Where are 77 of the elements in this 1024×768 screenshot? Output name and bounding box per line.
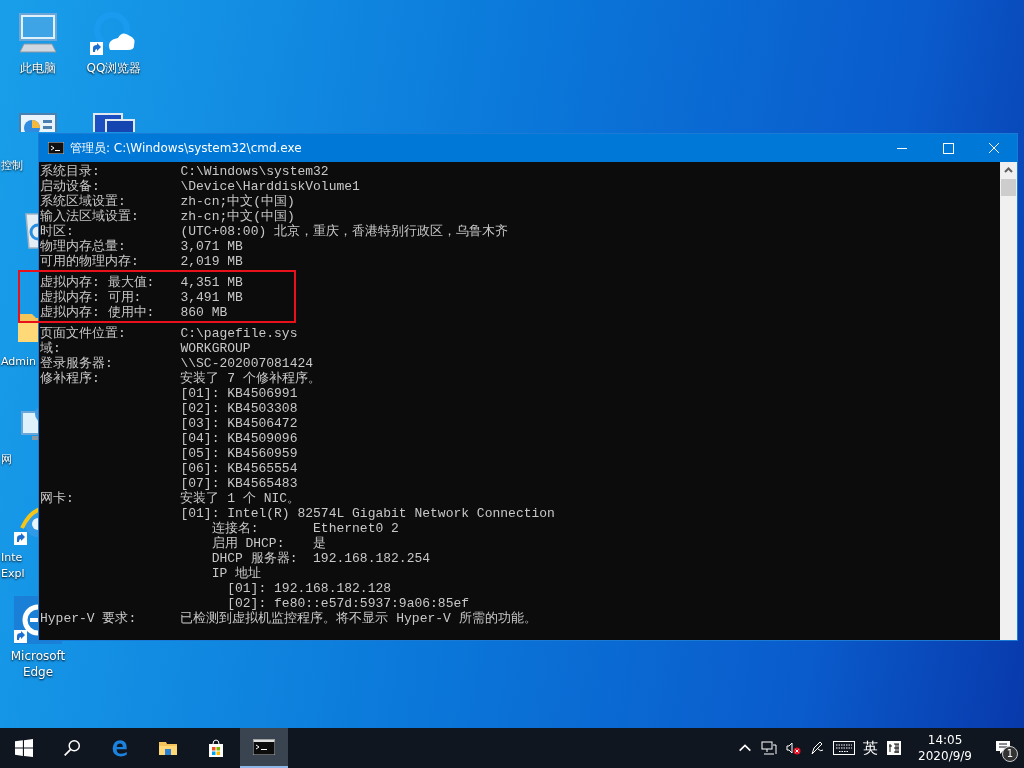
- console-label: 输入法区域设置:: [40, 209, 140, 224]
- terminal-icon[interactable]: [253, 739, 275, 755]
- console-value: WORKGROUP: [180, 341, 251, 356]
- console-value: 已检测到虚拟机监控程序。将不显示 Hyper-V 所需的功能。: [180, 611, 537, 626]
- console-value: 3,491 MB: [180, 290, 243, 305]
- console-label: 虚拟内存: 可用:: [40, 290, 143, 305]
- console-label: 启动设备:: [40, 179, 101, 194]
- console-value: 192.168.182.254: [313, 551, 431, 566]
- volume-muted-icon[interactable]: [785, 740, 802, 756]
- console-value: [01]: KB4506991: [180, 386, 298, 401]
- console-value: [05]: KB4560959: [180, 446, 298, 461]
- console-label: 域:: [40, 341, 62, 356]
- console-value: 4,351 MB: [180, 275, 243, 290]
- console-label: 系统目录:: [40, 164, 101, 179]
- console-value: 安装了 1 个 NIC。: [180, 491, 301, 506]
- console-label: 物理内存总量:: [40, 239, 127, 254]
- taskbar-button[interactable]: [240, 728, 288, 768]
- console-label: 页面文件位置:: [40, 326, 127, 341]
- console-value: C:\Windows\system32: [180, 164, 329, 179]
- console-value: 安装了 7 个修补程序。: [180, 371, 321, 386]
- console-value: [04]: KB4509096: [180, 431, 298, 446]
- console-value: Ethernet0 2: [313, 521, 399, 536]
- console-label: 可用的物理内存:: [40, 254, 140, 269]
- console-label: 虚拟内存: 最大值:: [40, 275, 156, 290]
- icon-label: 此电脑: [19, 60, 57, 76]
- console-value: zh-cn;中文(中国): [180, 209, 295, 224]
- scrollbar[interactable]: [1000, 162, 1017, 640]
- clock-date: 2020/9/9: [918, 748, 972, 764]
- keyboard-icon[interactable]: [833, 741, 856, 755]
- icon-label: 网: [0, 452, 12, 468]
- console-label: Hyper-V 要求:: [40, 611, 138, 626]
- console-label: 连接名:: [211, 521, 260, 536]
- icon-label: Microsoft Edge: [9, 648, 67, 680]
- icon-label: 控制: [0, 158, 23, 174]
- icon-label: Inte Expl: [0, 550, 26, 582]
- console-label: 修补程序:: [40, 371, 101, 386]
- store-icon[interactable]: [207, 739, 225, 757]
- console-value: (UTC+08:00) 北京，重庆，香港特别行政区，乌鲁木齐: [180, 224, 509, 239]
- network-icon[interactable]: [761, 740, 778, 756]
- console-label: 虚拟内存: 使用中:: [40, 305, 156, 320]
- console-value: [07]: KB4565483: [180, 476, 298, 491]
- console-value: \Device\HarddiskVolume1: [180, 179, 360, 194]
- console-value: 2,019 MB: [180, 254, 243, 269]
- console-value: [02]: KB4503308: [180, 401, 298, 416]
- console-value: 3,071 MB: [180, 239, 243, 254]
- icon-label: Admin: [0, 354, 37, 370]
- console-value: \\SC-202007081424: [180, 356, 314, 371]
- notification-badge: 1: [1002, 746, 1018, 762]
- pen-icon[interactable]: [809, 740, 826, 756]
- input-language[interactable]: 英: [863, 738, 879, 758]
- console-value: C:\pagefile.sys: [180, 326, 298, 341]
- console-label: 系统区域设置:: [40, 194, 127, 209]
- window-title: 管理员: C:\Windows\system32\cmd.exe: [70, 139, 303, 157]
- edge-icon[interactable]: [111, 739, 129, 757]
- console-value: [06]: KB4565554: [180, 461, 298, 476]
- terminal-icon: [48, 142, 64, 154]
- console-label: IP 地址: [211, 566, 262, 581]
- input-method-icon[interactable]: [886, 740, 903, 756]
- console-label: 登录服务器:: [40, 356, 114, 371]
- clock-time: 14:05: [927, 732, 963, 748]
- clock[interactable]: 14:05 2020/9/9: [910, 732, 980, 764]
- console-value: [03]: KB4506472: [180, 416, 298, 431]
- console-label: 网卡:: [40, 491, 75, 506]
- console-value: [02]: fe80::e57d:5937:9a06:85ef: [227, 596, 470, 611]
- scroll-thumb[interactable]: [1001, 179, 1016, 196]
- console-value: [01]: Intel(R) 82574L Gigabit Network Connection: [180, 506, 555, 521]
- console-value: zh-cn;中文(中国): [180, 194, 295, 209]
- windows-start-icon[interactable]: [15, 739, 33, 757]
- console-label: 启用 DHCP:: [211, 536, 286, 551]
- console-value: [01]: 192.168.182.128: [227, 581, 392, 596]
- icon-label: QQ浏览器: [85, 60, 143, 76]
- console-value: 是: [313, 536, 327, 551]
- search-icon[interactable]: [63, 739, 81, 757]
- console-label: DHCP 服务器:: [211, 551, 299, 566]
- console-value: 860 MB: [180, 305, 228, 320]
- console-label: 时区:: [40, 224, 75, 239]
- folder-icon[interactable]: [159, 739, 177, 757]
